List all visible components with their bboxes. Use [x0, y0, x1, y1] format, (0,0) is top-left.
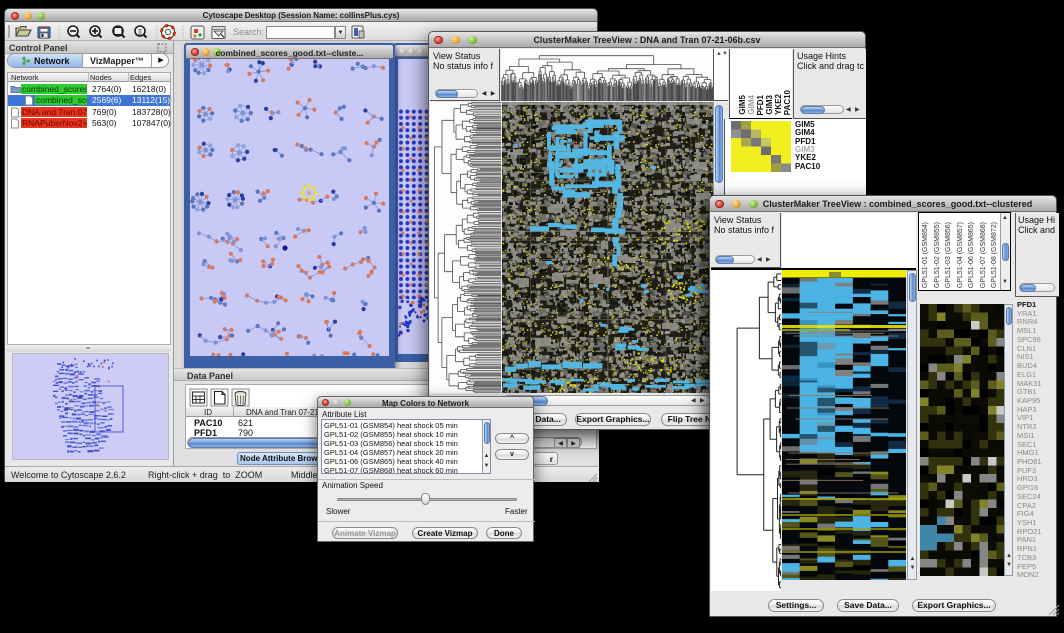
svg-text:[]: [] [138, 30, 142, 36]
